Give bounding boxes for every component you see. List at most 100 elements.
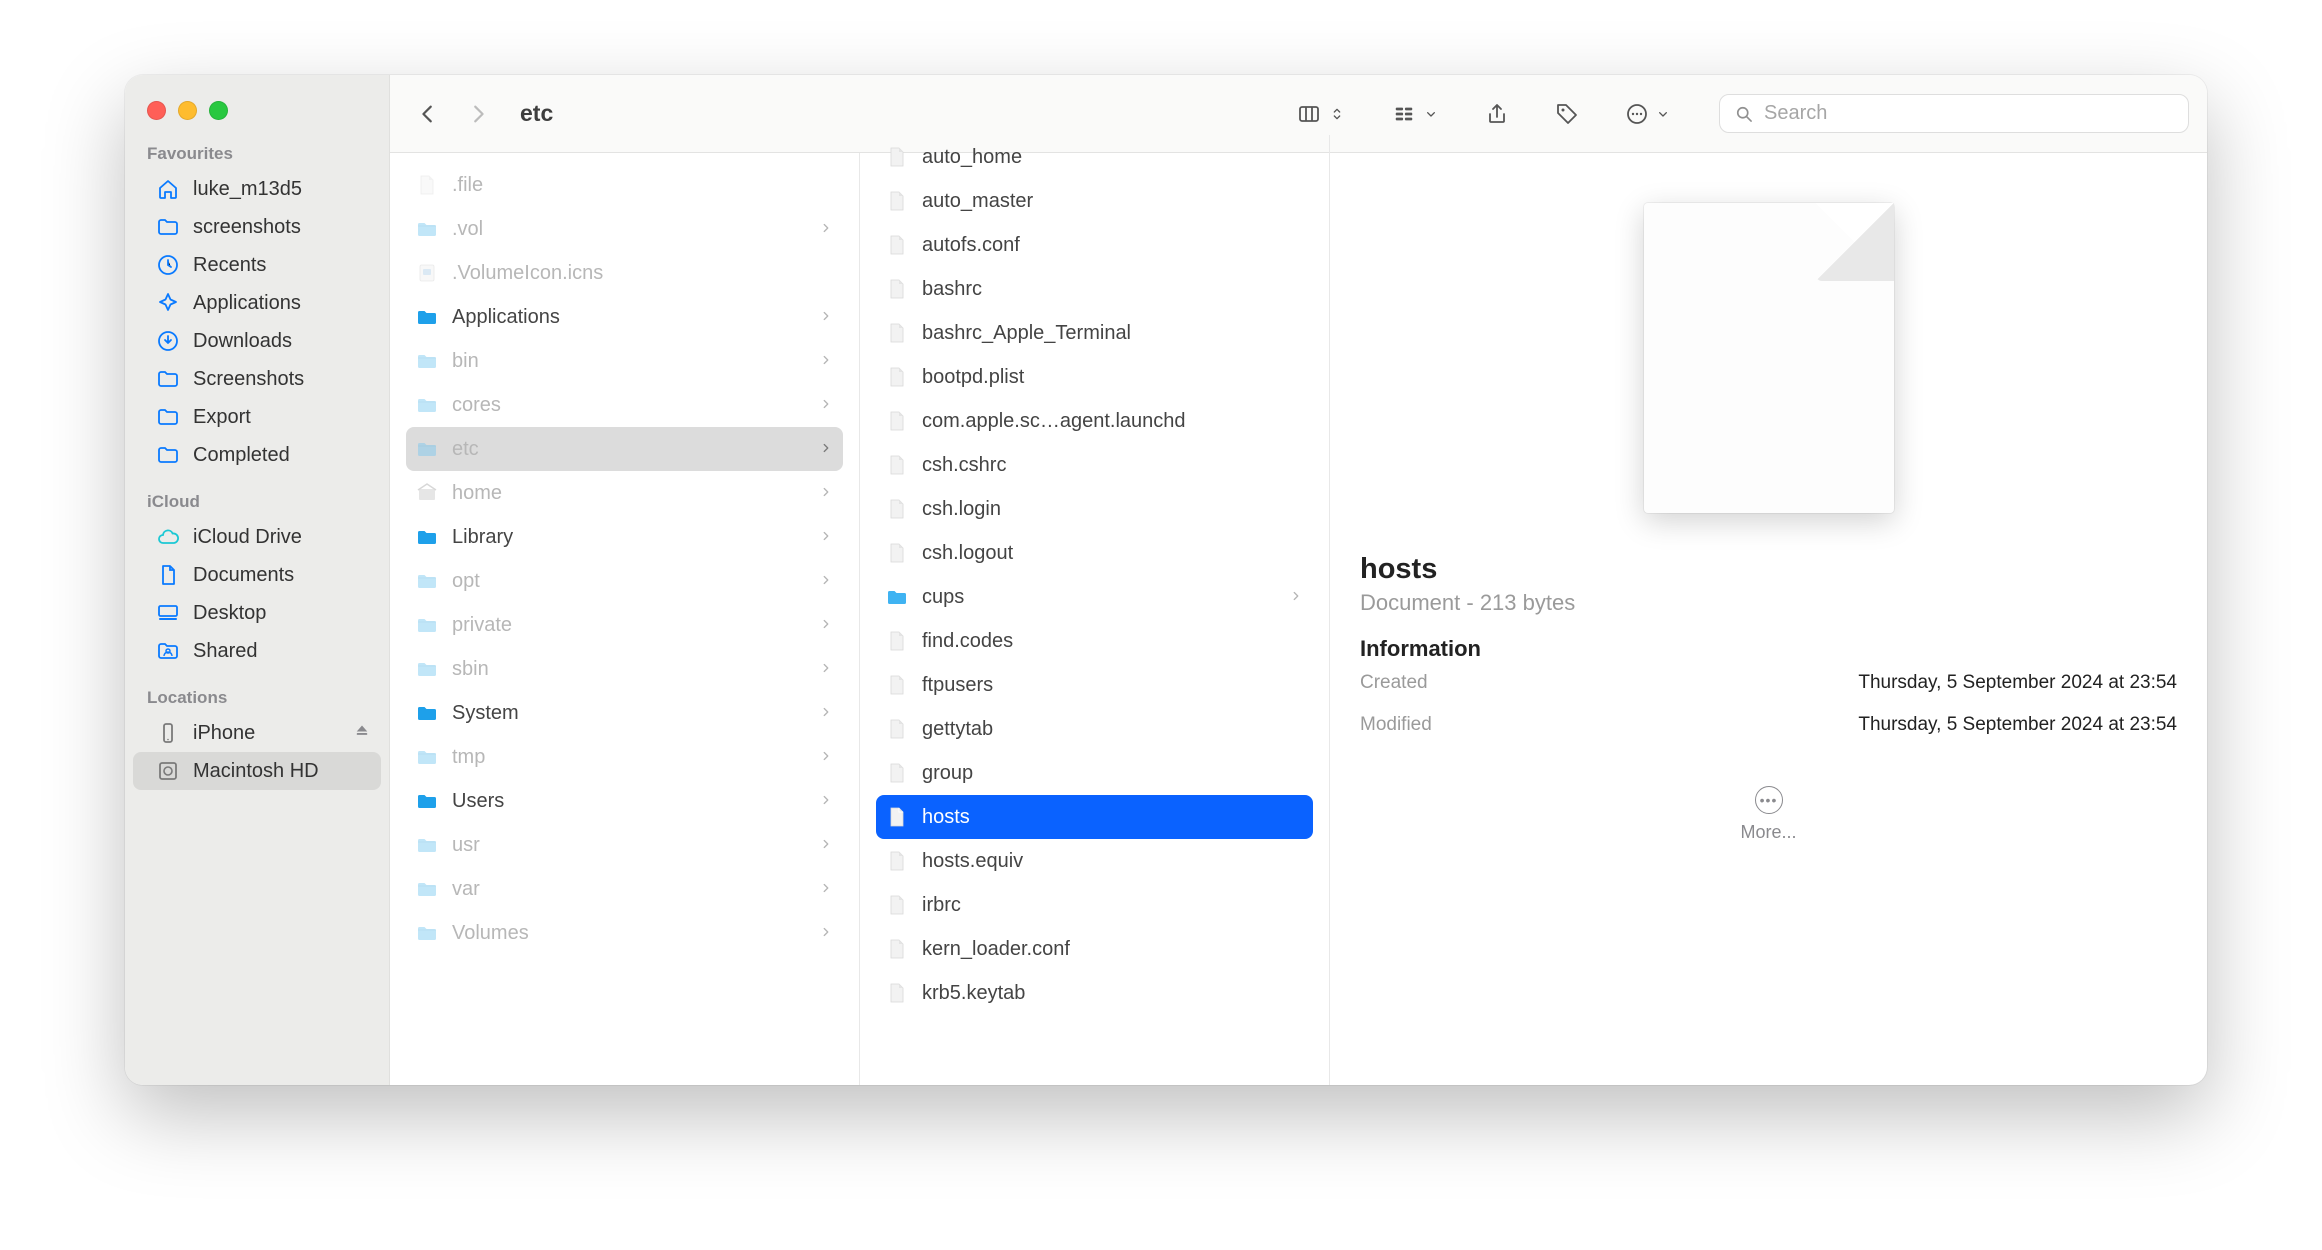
file-row[interactable]: irbrc [876,883,1313,927]
column-view: .file .vol.VolumeIcon.icnsApplicationsbin… [390,153,2207,1085]
file-row[interactable]: System [406,691,843,735]
file-row[interactable]: usr [406,823,843,867]
file-row[interactable]: sbin [406,647,843,691]
file-row[interactable]: var [406,867,843,911]
sidebar-item-downloads[interactable]: Downloads [133,322,381,360]
sidebar-item-shared[interactable]: Shared [133,632,381,670]
file-row[interactable]: opt [406,559,843,603]
file-icon [884,452,910,478]
file-row[interactable]: com.apple.sc…agent.launchd [876,399,1313,443]
file-row[interactable]: group [876,751,1313,795]
file-icon [414,788,440,814]
file-row[interactable]: home [406,471,843,515]
file-name: etc [452,438,807,461]
tags-button[interactable] [1547,96,1587,132]
file-row[interactable]: krb5.keytab [876,971,1313,1015]
sidebar-item-screenshots[interactable]: Screenshots [133,360,381,398]
file-row[interactable]: cups [876,575,1313,619]
sidebar-item-luke-m13d5[interactable]: luke_m13d5 [133,170,381,208]
chevron-right-icon [819,878,833,901]
file-name: cores [452,394,807,417]
sidebar-item-label: Export [193,406,251,429]
sidebar-item-macintosh-hd[interactable]: Macintosh HD [133,752,381,790]
minimize-button[interactable] [178,101,197,120]
chevron-right-icon [819,394,833,417]
back-button[interactable] [408,94,448,134]
file-row[interactable]: private [406,603,843,647]
file-icon [414,524,440,550]
file-row[interactable]: bashrc [876,267,1313,311]
file-row[interactable]: .VolumeIcon.icns [406,251,843,295]
file-name: ftpusers [922,674,1303,697]
view-mode-button[interactable] [1287,96,1353,132]
file-name: .file [452,174,833,197]
sidebar-item-completed[interactable]: Completed [133,436,381,474]
file-row[interactable]: cores [406,383,843,427]
file-row[interactable]: Library [406,515,843,559]
preview-subtitle: Document - 213 bytes [1360,590,2177,616]
updown-icon [1329,106,1345,122]
file-icon [414,744,440,770]
chevron-right-icon [819,834,833,857]
chevron-right-icon [1289,586,1303,609]
preview-filename: hosts [1360,553,2177,586]
file-name: Users [452,790,807,813]
sidebar-item-icloud-drive[interactable]: iCloud Drive [133,518,381,556]
file-row[interactable]: Users [406,779,843,823]
file-row[interactable]: tmp [406,735,843,779]
file-row[interactable]: .vol [406,207,843,251]
search-field[interactable]: Search [1719,94,2189,133]
sidebar-item-export[interactable]: Export [133,398,381,436]
file-row[interactable]: auto_home [876,135,1313,179]
file-row[interactable]: autofs.conf [876,223,1313,267]
file-row[interactable]: auto_master [876,179,1313,223]
file-row[interactable]: csh.login [876,487,1313,531]
chevron-right-icon [819,570,833,593]
file-row[interactable]: Volumes [406,911,843,955]
sidebar-section-label: iCloud [125,474,389,518]
forward-button[interactable] [458,94,498,134]
file-row[interactable]: ftpusers [876,663,1313,707]
file-name: find.codes [922,630,1303,653]
file-row[interactable]: Applications [406,295,843,339]
sidebar-item-desktop[interactable]: Desktop [133,594,381,632]
file-row[interactable]: etc [406,427,843,471]
sidebar-item-iphone[interactable]: iPhone [133,714,381,752]
column-1[interactable]: auto_homeauto_masterautofs.confbashrcbas… [860,135,1330,1085]
eject-icon[interactable] [353,721,371,745]
file-row[interactable]: csh.logout [876,531,1313,575]
file-row[interactable]: hosts [876,795,1313,839]
file-row[interactable]: .file [406,163,843,207]
file-row[interactable]: csh.cshrc [876,443,1313,487]
file-row[interactable]: bin [406,339,843,383]
action-menu-button[interactable] [1617,96,1679,132]
file-name: csh.logout [922,542,1303,565]
chevron-right-icon [819,218,833,241]
file-row[interactable]: kern_loader.conf [876,927,1313,971]
sidebar-item-applications[interactable]: Applications [133,284,381,322]
shared-icon [155,638,181,664]
share-button[interactable] [1477,96,1517,132]
file-name: hosts.equiv [922,850,1303,873]
column-0[interactable]: .file .vol.VolumeIcon.icnsApplicationsbin… [390,153,860,1085]
file-row[interactable]: gettytab [876,707,1313,751]
sidebar-item-recents[interactable]: Recents [133,246,381,284]
group-by-button[interactable] [1383,97,1447,131]
file-icon [414,216,440,242]
file-name: csh.cshrc [922,454,1303,477]
file-row[interactable]: bootpd.plist [876,355,1313,399]
file-row[interactable]: hosts.equiv [876,839,1313,883]
chevron-right-icon [819,922,833,945]
file-row[interactable]: bashrc_Apple_Terminal [876,311,1313,355]
sidebar-item-label: Downloads [193,330,292,353]
more-button[interactable]: ••• More... [1360,786,2177,843]
sidebar-item-screenshots[interactable]: screenshots [133,208,381,246]
sidebar-section-label: Favourites [125,144,389,170]
sidebar-item-documents[interactable]: Documents [133,556,381,594]
close-button[interactable] [147,101,166,120]
file-name: cups [922,586,1277,609]
file-icon [884,540,910,566]
file-row[interactable]: find.codes [876,619,1313,663]
file-name: gettytab [922,718,1303,741]
zoom-button[interactable] [209,101,228,120]
